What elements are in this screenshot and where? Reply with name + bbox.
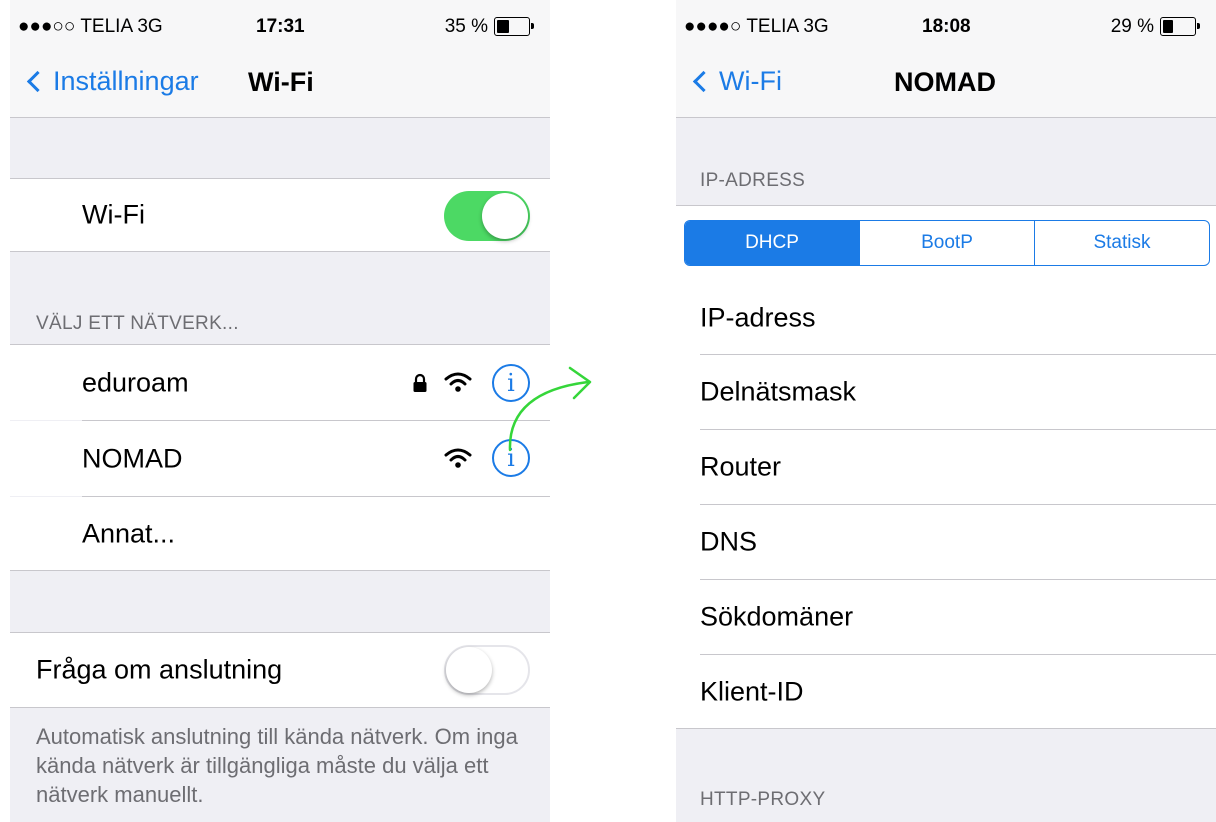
field-row-router[interactable]: Router (676, 430, 1216, 504)
other-network-label: Annat... (82, 518, 176, 548)
battery-percent: 35 % (444, 16, 488, 37)
back-button[interactable]: Inställningar (24, 66, 199, 97)
wifi-label: Wi-Fi (82, 199, 145, 230)
chevron-left-icon (692, 70, 715, 93)
field-row-client-id[interactable]: Klient-ID (676, 655, 1216, 729)
wifi-toggle-row: Wi-Fi (10, 178, 550, 252)
carrier-signal: ●●●○○ TELIA 3G (18, 16, 163, 37)
network-details-screen: ●●●●○ TELIA 3G 18:08 29 % Wi-Fi NOMAD IP… (676, 0, 1216, 822)
back-button[interactable]: Wi-Fi (690, 66, 782, 97)
field-row-ip-address[interactable]: IP-adress (676, 282, 1216, 354)
battery-icon (1160, 17, 1200, 36)
http-proxy-header: HTTP-PROXY (700, 789, 826, 810)
ask-to-join-description: Automatisk anslutning till kända nätverk… (36, 724, 518, 807)
lock-icon (413, 373, 427, 392)
chevron-left-icon (26, 70, 49, 93)
page-title: NOMAD (894, 67, 996, 97)
battery-percent: 29 % (1110, 16, 1154, 37)
back-label: Wi-Fi (719, 66, 782, 96)
wifi-icon (444, 372, 472, 392)
network-name: eduroam (82, 367, 189, 397)
ask-to-join-label: Fråga om anslutning (36, 654, 283, 685)
other-network-row[interactable]: Annat... (10, 497, 550, 571)
clock: 18:08 (922, 16, 971, 37)
field-label: Delnätsmask (700, 376, 857, 407)
field-row-search-domains[interactable]: Sökdomäner (676, 580, 1216, 654)
field-label: Sökdomäner (700, 601, 854, 632)
ip-address-header: IP-ADRESS (700, 170, 806, 191)
field-label: DNS (700, 526, 758, 557)
field-label: IP-adress (700, 302, 816, 333)
network-row-nomad[interactable]: NOMAD i (10, 421, 550, 496)
segment-bootp[interactable]: BootP (859, 221, 1034, 265)
clock: 17:31 (256, 16, 305, 37)
wifi-settings-screen: ●●●○○ TELIA 3G 17:31 35 % Inställningar … (10, 0, 550, 822)
battery-icon (494, 17, 534, 36)
status-bar: ●●●●○ TELIA 3G 18:08 29 % (676, 0, 1216, 52)
status-bar: ●●●○○ TELIA 3G 17:31 35 % (10, 0, 550, 52)
ask-to-join-row: Fråga om anslutning (10, 632, 550, 708)
back-label: Inställningar (53, 66, 199, 96)
arrow-icon (508, 366, 592, 452)
ask-to-join-toggle[interactable] (444, 645, 530, 695)
carrier-signal: ●●●●○ TELIA 3G (684, 16, 829, 37)
network-row-eduroam[interactable]: eduroam i (10, 344, 550, 420)
segment-dhcp[interactable]: DHCP (685, 221, 859, 265)
networks-header: VÄLJ ETT NÄTVERK... (36, 313, 239, 334)
field-row-subnet-mask[interactable]: Delnätsmask (676, 355, 1216, 429)
page-title: Wi-Fi (248, 67, 314, 97)
wifi-icon (444, 448, 472, 468)
navigation-bar: Wi-Fi NOMAD (676, 52, 1216, 118)
wifi-toggle[interactable] (444, 191, 530, 241)
network-name: NOMAD (82, 443, 183, 473)
navigation-bar: Inställningar Wi-Fi (10, 52, 550, 118)
field-row-dns[interactable]: DNS (676, 505, 1216, 579)
segment-static[interactable]: Statisk (1034, 221, 1209, 265)
field-label: Klient-ID (700, 676, 804, 707)
field-label: Router (700, 451, 782, 482)
ip-mode-segmented-control[interactable]: DHCP BootP Statisk (684, 220, 1210, 266)
